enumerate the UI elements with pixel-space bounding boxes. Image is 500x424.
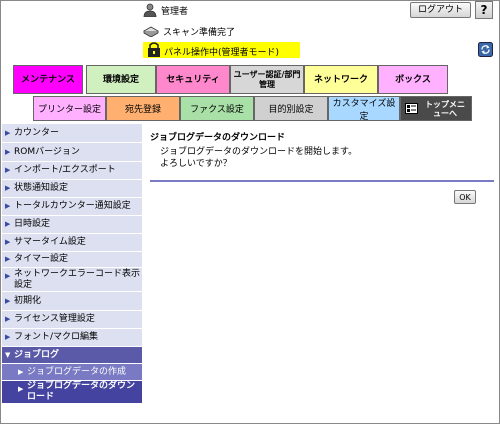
tab-fax-settings[interactable]: ファクス設定: [180, 96, 254, 121]
sidebar-item-import-export[interactable]: ▶ インポート/エクスポート: [2, 162, 142, 180]
tab-environment[interactable]: 環境設定: [86, 65, 156, 94]
admin-label: 管理者: [161, 7, 189, 17]
sidebar-item-total-counter[interactable]: ▶ トータルカウンター通知設定: [2, 198, 142, 216]
panel-status: パネル操作中(管理者モード): [164, 48, 280, 58]
sidebar-item-create-job-log[interactable]: ▶ ジョブログデータの作成: [2, 364, 142, 381]
sidebar-item-datetime[interactable]: ▶ 日時設定: [2, 216, 142, 234]
arrow-right-icon: ▶: [5, 184, 11, 192]
arrow-right-icon: ▶: [5, 220, 11, 228]
ok-button[interactable]: OK: [454, 190, 476, 204]
arrow-right-icon: ▶: [5, 315, 11, 323]
sidebar: ▶ カウンター ▶ ROMバージョン ▶ インポート/エクスポート ▶ 状態通知設定 ▶…: [2, 124, 142, 412]
sidebar-item-initialize[interactable]: ▶ 初期化: [2, 292, 142, 311]
tab-maintenance[interactable]: メンテナンス: [13, 65, 83, 94]
sidebar-item-status-notification[interactable]: ▶ 状態通知設定: [2, 180, 142, 198]
sidebar-item-counter[interactable]: ▶ カウンター: [2, 124, 142, 143]
scanner-icon: [143, 26, 159, 37]
page-title: ジョブログデータのダウンロード: [150, 133, 286, 143]
top-menu-icon: [405, 103, 418, 114]
tab-user-auth[interactable]: ユーザー認証/部門管理: [230, 65, 304, 94]
content-confirm: よろしいですか？: [160, 159, 232, 169]
arrow-right-icon: ▶: [5, 238, 11, 246]
panel-lock-icon: [148, 42, 160, 57]
sidebar-item-rom-version[interactable]: ▶ ROMバージョン: [2, 143, 142, 162]
top-menu-label: トップメニューへ: [425, 99, 465, 118]
sidebar-item-job-log[interactable]: ▼ ジョブログ: [2, 347, 142, 364]
sidebar-item-font-macro[interactable]: ▶ フォント/マクロ編集: [2, 329, 142, 347]
tab-purpose-settings[interactable]: 目的別設定: [254, 96, 328, 121]
arrow-right-icon: ▶: [5, 333, 11, 341]
sidebar-item-download-job-log[interactable]: ▶ ジョブログデータのダウンロード: [2, 381, 142, 404]
arrow-right-icon: ▶: [18, 367, 24, 376]
arrow-right-icon: ▶: [5, 128, 11, 137]
arrow-right-icon: ▶: [5, 255, 11, 263]
tab-box[interactable]: ボックス: [378, 65, 448, 94]
tab-customize-settings[interactable]: カスタマイズ設定: [328, 96, 400, 122]
sidebar-item-network-error-code[interactable]: ▶ ネットワークエラーコード表示設定: [2, 268, 142, 292]
arrow-right-icon: ▶: [18, 385, 24, 393]
refresh-icon[interactable]: [478, 42, 493, 57]
arrow-right-icon: ▶: [5, 166, 11, 174]
logout-button[interactable]: ログアウト: [410, 2, 471, 18]
tab-address-registration[interactable]: 宛先登録: [106, 96, 180, 121]
arrow-down-icon: ▼: [5, 350, 11, 359]
tab-printer-settings[interactable]: プリンター設定: [33, 96, 106, 121]
sidebar-item-summer-time[interactable]: ▶ サマータイム設定: [2, 234, 142, 252]
help-button[interactable]: ?: [475, 1, 493, 19]
divider: [150, 180, 494, 182]
sidebar-item-timer[interactable]: ▶ タイマー設定: [2, 252, 142, 268]
arrow-right-icon: ▶: [5, 202, 11, 210]
help-icon: ?: [480, 3, 488, 17]
arrow-right-icon: ▶: [5, 147, 11, 156]
scan-status: スキャン準備完了: [163, 28, 236, 38]
tab-network[interactable]: ネットワーク: [304, 65, 378, 94]
admin-icon: [143, 3, 157, 17]
sidebar-item-license[interactable]: ▶ ライセンス管理設定: [2, 311, 142, 329]
top-menu-button[interactable]: トップメニューへ: [400, 96, 472, 121]
arrow-right-icon: ▶: [5, 272, 11, 280]
arrow-right-icon: ▶: [5, 296, 11, 305]
tab-security[interactable]: セキュリティ: [156, 65, 230, 94]
